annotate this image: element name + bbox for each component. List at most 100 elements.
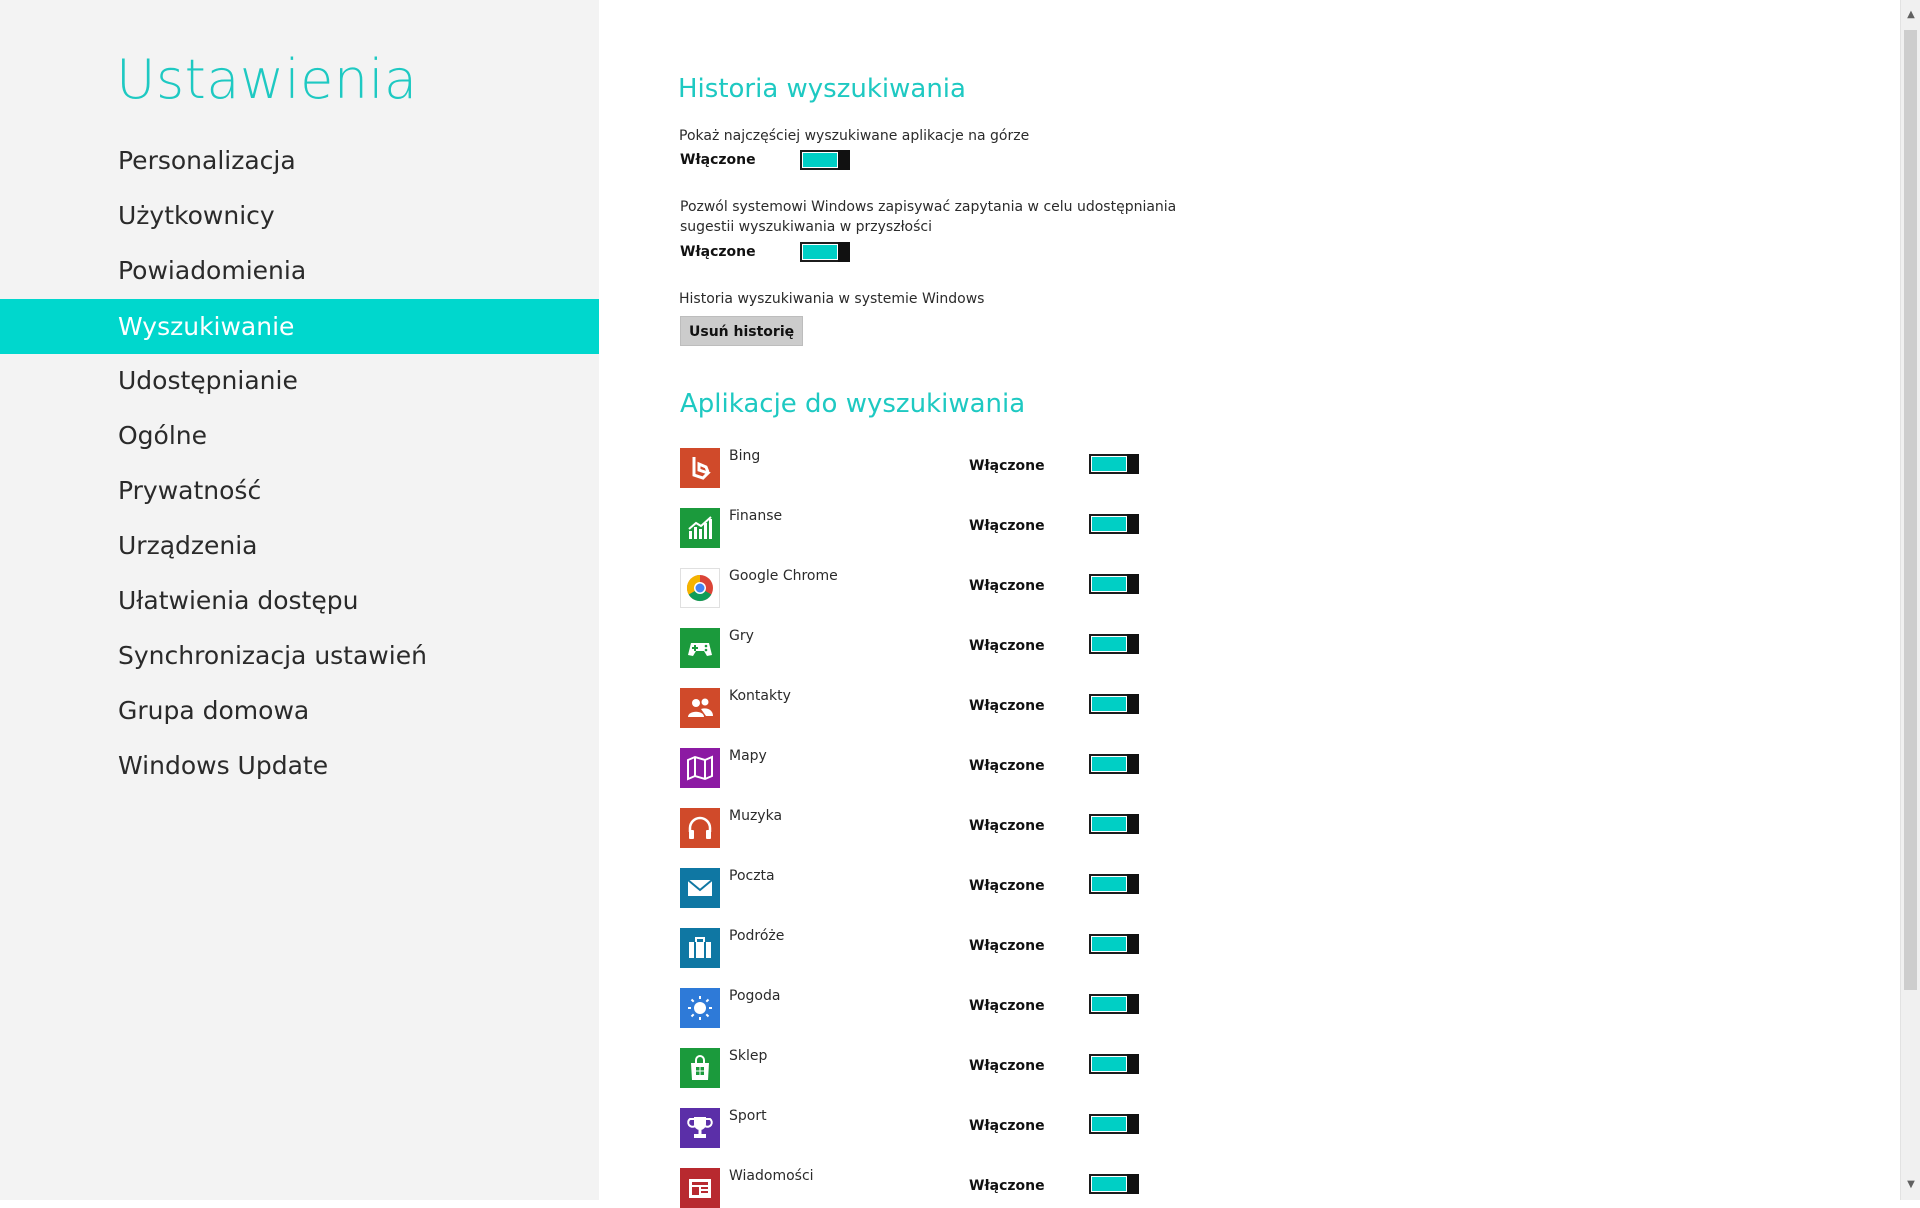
nav-item-udostepnianie[interactable]: Udostępnianie: [0, 353, 599, 408]
app-row-pogoda: Pogoda Włączone: [680, 984, 1180, 1028]
scroll-down-arrow-icon[interactable]: ▼: [1901, 1176, 1920, 1194]
app-row-gry: Gry Włączone: [680, 624, 1180, 668]
setting-description: Pokaż najczęściej wyszukiwane aplikacje …: [679, 128, 1030, 144]
nav-item-label: Personalizacja: [118, 146, 296, 175]
bing-icon: [680, 448, 720, 488]
toggle-switch[interactable]: [1089, 694, 1139, 714]
nav-item-label: Prywatność: [118, 476, 262, 505]
nav-item-label: Grupa domowa: [118, 696, 310, 725]
setting-description: Historia wyszukiwania w systemie Windows: [679, 291, 985, 307]
music-icon: [680, 808, 720, 848]
sport-icon: [680, 1108, 720, 1148]
people-icon: [680, 688, 720, 728]
nav-item-wyszukiwanie[interactable]: Wyszukiwanie: [0, 299, 599, 354]
app-name: Muzyka: [729, 808, 783, 824]
setting-state: Włączone: [680, 244, 756, 260]
weather-icon: [680, 988, 720, 1028]
nav-item-label: Ułatwienia dostępu: [118, 586, 359, 615]
toggle-switch[interactable]: [800, 242, 850, 262]
nav-item-label: Powiadomienia: [118, 256, 307, 285]
toggle-switch[interactable]: [1089, 874, 1139, 894]
nav-item-ogolne[interactable]: Ogólne: [0, 408, 599, 463]
toggle-switch[interactable]: [1089, 1114, 1139, 1134]
app-name: Finanse: [729, 508, 783, 524]
maps-icon: [680, 748, 720, 788]
setting-description: Pozwól systemowi Windows zapisywać zapyt…: [680, 199, 1177, 235]
scrollbar-thumb[interactable]: [1904, 30, 1917, 990]
toggle-switch[interactable]: [800, 150, 850, 170]
nav-item-grupa-domowa[interactable]: Grupa domowa: [0, 683, 599, 738]
toggle-switch[interactable]: [1089, 814, 1139, 834]
nav-item-label: Udostępnianie: [118, 366, 298, 395]
section-title-apps: Aplikacje do wyszukiwania: [680, 389, 1026, 419]
app-state: Włączone: [969, 878, 1045, 894]
nav-item-ulatwienia-dostepu[interactable]: Ułatwienia dostępu: [0, 573, 599, 628]
app-state: Włączone: [969, 758, 1045, 774]
nav-item-label: Synchronizacja ustawień: [118, 641, 427, 670]
app-row-bing: Bing Włączone: [680, 444, 1180, 488]
app-state: Włączone: [969, 1178, 1045, 1194]
app-row-google-chrome: Google Chrome Włączone: [680, 564, 1180, 608]
app-state: Włączone: [969, 458, 1045, 474]
nav-item-synchronizacja[interactable]: Synchronizacja ustawień: [0, 628, 599, 683]
finance-icon: [680, 508, 720, 548]
app-row-wiadomosci: Wiadomości Włączone: [680, 1164, 1180, 1208]
app-state: Włączone: [969, 518, 1045, 534]
toggle-switch[interactable]: [1089, 934, 1139, 954]
app-state: Włączone: [969, 1058, 1045, 1074]
nav-item-label: Urządzenia: [118, 531, 258, 560]
travel-icon: [680, 928, 720, 968]
chrome-icon: [680, 568, 720, 608]
toggle-switch[interactable]: [1089, 994, 1139, 1014]
app-state: Włączone: [969, 578, 1045, 594]
app-row-sport: Sport Włączone: [680, 1104, 1180, 1148]
app-name: Kontakty: [729, 688, 791, 704]
page-title: Ustawienia: [116, 48, 418, 111]
toggle-switch[interactable]: [1089, 634, 1139, 654]
toggle-switch[interactable]: [1089, 514, 1139, 534]
toggle-switch[interactable]: [1089, 754, 1139, 774]
app-state: Włączone: [969, 998, 1045, 1014]
app-row-finanse: Finanse Włączone: [680, 504, 1180, 548]
nav-item-windows-update[interactable]: Windows Update: [0, 738, 599, 793]
setting-state: Włączone: [680, 152, 756, 168]
app-name: Podróże: [729, 928, 785, 944]
app-name: Bing: [729, 448, 761, 464]
app-name: Sport: [729, 1108, 767, 1124]
app-name: Mapy: [729, 748, 767, 764]
nav-item-label: Ogólne: [118, 421, 208, 450]
toggle-switch[interactable]: [1089, 454, 1139, 474]
clear-history-button[interactable]: Usuń historię: [680, 316, 804, 346]
settings-sidebar: Ustawienia Personalizacja Użytkownicy Po…: [0, 0, 599, 1200]
nav-item-urzadzenia[interactable]: Urządzenia: [0, 518, 599, 573]
app-name: Sklep: [729, 1048, 768, 1064]
nav-item-label: Wyszukiwanie: [118, 312, 295, 341]
nav-item-personalizacja[interactable]: Personalizacja: [0, 133, 599, 188]
toggle-switch[interactable]: [1089, 1174, 1139, 1194]
games-icon: [680, 628, 720, 668]
nav-item-prywatnosc[interactable]: Prywatność: [0, 463, 599, 518]
app-row-podroze: Podróże Włączone: [680, 924, 1180, 968]
app-name: Pogoda: [729, 988, 781, 1004]
mail-icon: [680, 868, 720, 908]
app-row-mapy: Mapy Włączone: [680, 744, 1180, 788]
app-state: Włączone: [969, 818, 1045, 834]
app-name: Poczta: [729, 868, 775, 884]
app-name: Wiadomości: [729, 1168, 814, 1184]
vertical-scrollbar[interactable]: ▲ ▼: [1900, 0, 1920, 1200]
app-row-muzyka: Muzyka Włączone: [680, 804, 1180, 848]
app-row-poczta: Poczta Włączone: [680, 864, 1180, 908]
app-name: Gry: [729, 628, 754, 644]
nav-item-uzytkownicy[interactable]: Użytkownicy: [0, 188, 599, 243]
news-icon: [680, 1168, 720, 1208]
nav-item-label: Użytkownicy: [118, 201, 275, 230]
toggle-switch[interactable]: [1089, 1054, 1139, 1074]
section-title-history: Historia wyszukiwania: [678, 74, 966, 104]
app-row-sklep: Sklep Włączone: [680, 1044, 1180, 1088]
store-icon: [680, 1048, 720, 1088]
scroll-up-arrow-icon[interactable]: ▲: [1901, 6, 1920, 24]
app-state: Włączone: [969, 1118, 1045, 1134]
toggle-switch[interactable]: [1089, 574, 1139, 594]
app-state: Włączone: [969, 938, 1045, 954]
nav-item-powiadomienia[interactable]: Powiadomienia: [0, 243, 599, 298]
